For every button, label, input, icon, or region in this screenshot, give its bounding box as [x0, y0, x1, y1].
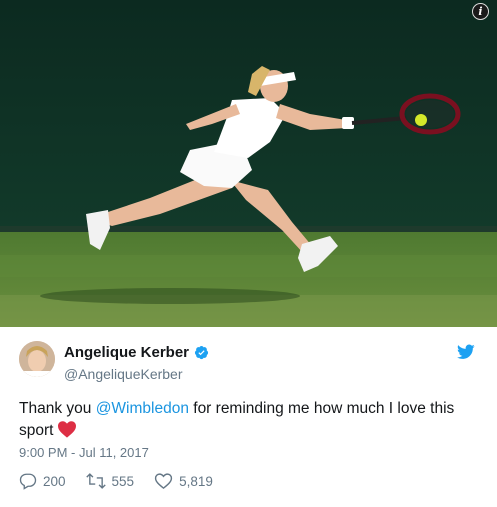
retweet-count: 555	[111, 473, 135, 489]
tweet-photo[interactable]: i	[0, 0, 497, 327]
reply-icon	[19, 473, 37, 490]
twitter-bird-icon[interactable]	[457, 344, 475, 360]
heart-emoji	[58, 421, 77, 438]
reply-count: 200	[43, 473, 66, 489]
verified-badge-icon	[194, 345, 209, 360]
like-icon	[154, 473, 173, 490]
tweet-text: Thank you @Wimbledon for reminding me ho…	[19, 398, 481, 442]
tweet-header: Angelique Kerber @AngeliqueKerber	[19, 340, 479, 382]
tweet-actions: 200 555 5,819	[19, 472, 233, 490]
author-name[interactable]: Angelique Kerber	[64, 344, 189, 361]
retweet-icon	[85, 473, 106, 489]
author-handle[interactable]: @AngeliqueKerber	[64, 366, 183, 382]
like-count: 5,819	[179, 473, 213, 489]
info-icon[interactable]: i	[472, 3, 489, 20]
like-button[interactable]: 5,819	[154, 472, 213, 490]
embedded-tweet-card: i Angelique Kerber @AngeliqueKerber Than…	[0, 0, 497, 507]
tweet-text-before: Thank you	[19, 400, 96, 417]
mention-link[interactable]: @Wimbledon	[96, 400, 189, 417]
tennis-player-photo	[0, 0, 497, 327]
reply-button[interactable]: 200	[19, 472, 66, 490]
avatar[interactable]	[19, 341, 55, 377]
tweet-timestamp[interactable]: 9:00 PM - Jul 11, 2017	[19, 445, 149, 460]
retweet-button[interactable]: 555	[85, 472, 135, 490]
